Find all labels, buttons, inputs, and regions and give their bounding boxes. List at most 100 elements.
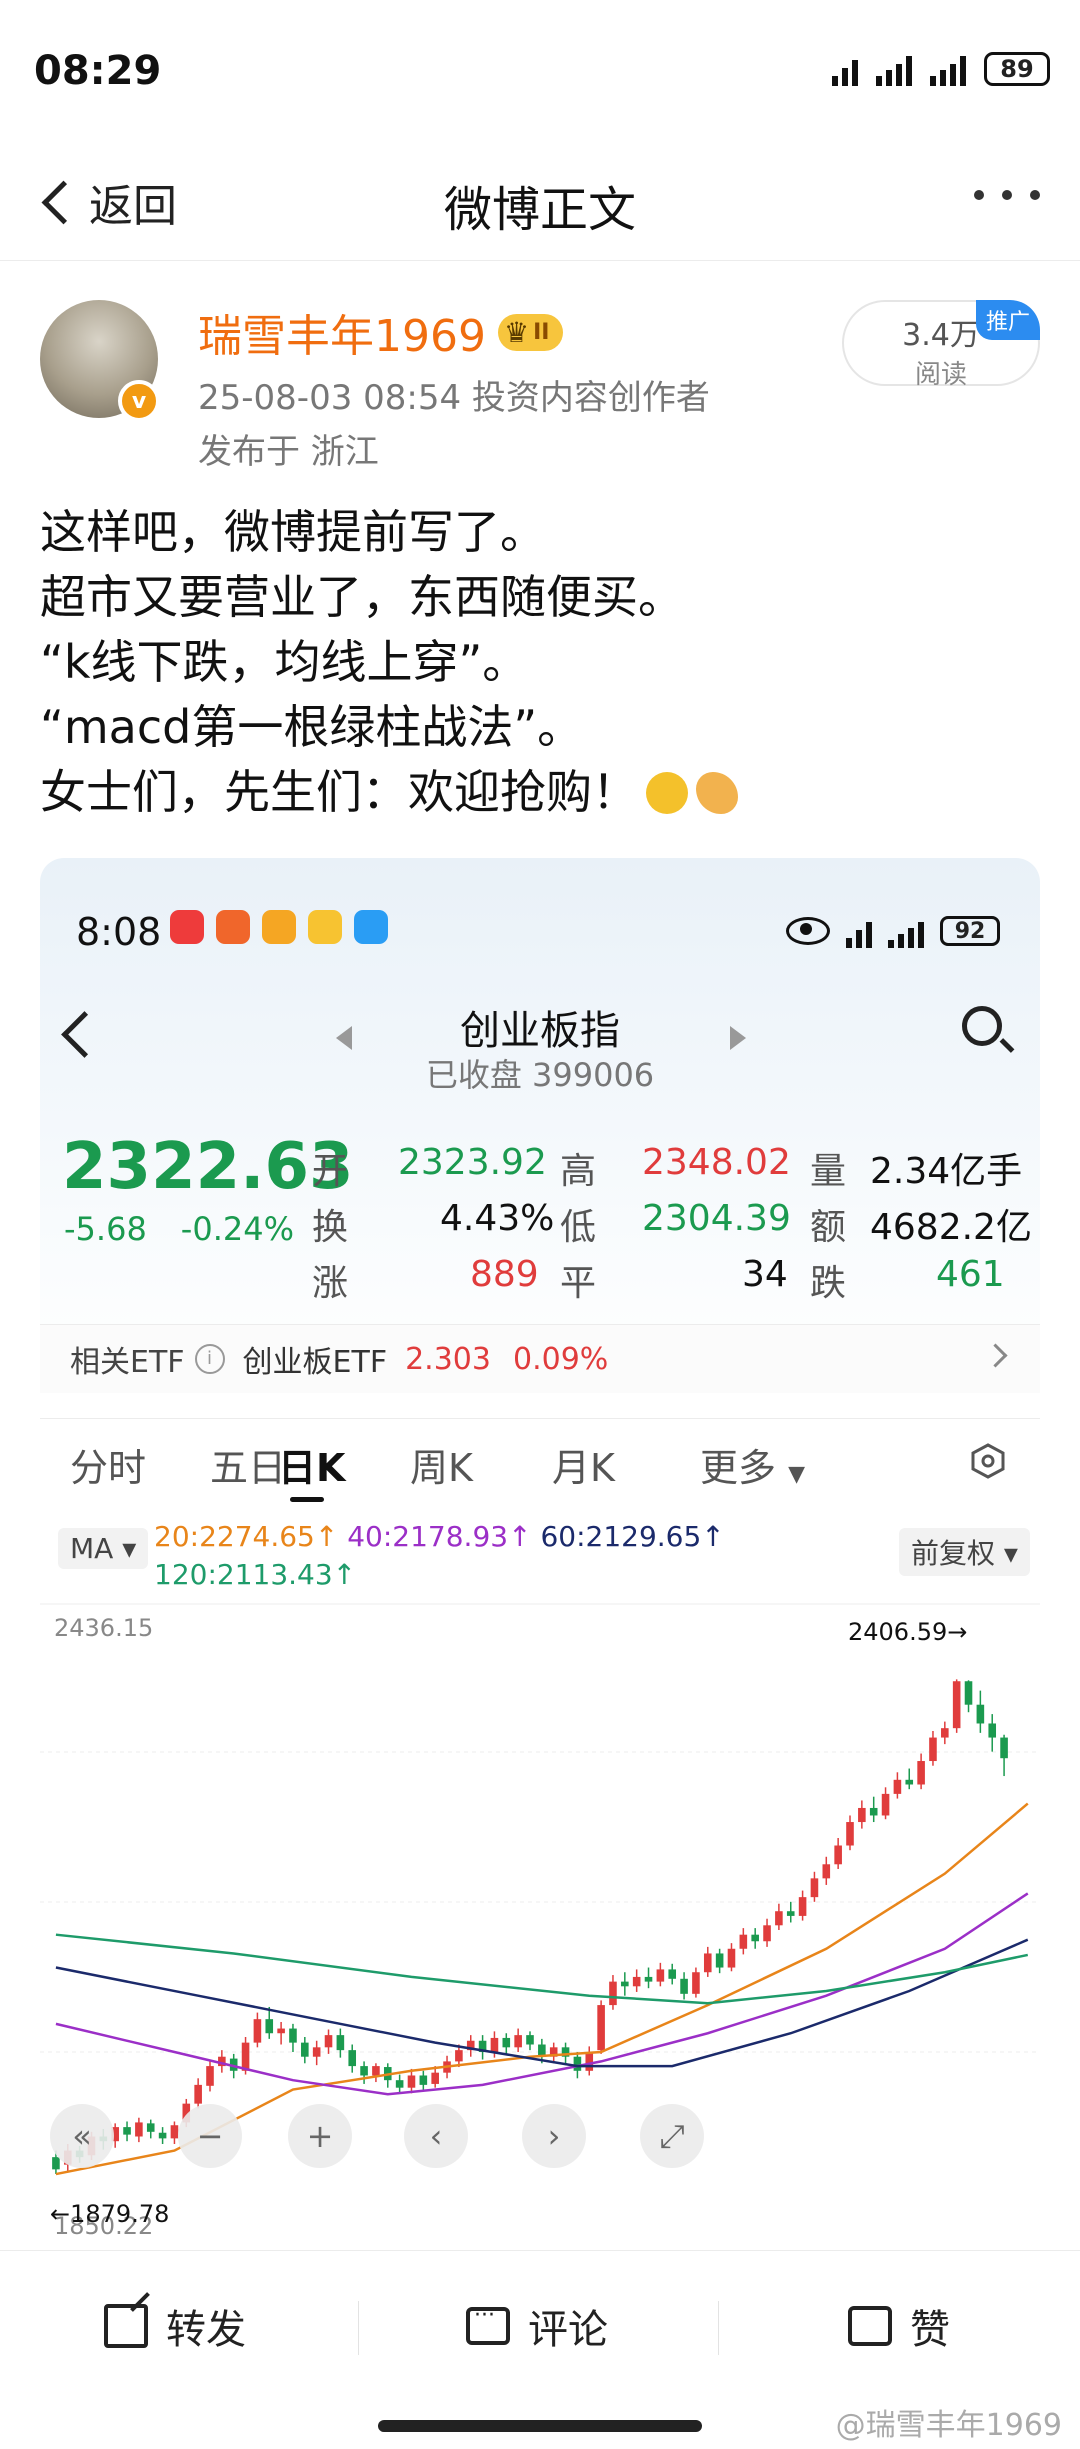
candle (135, 2122, 143, 2137)
post-body: 这样吧，微博提前写了。 超市又要营业了，东西随便买。 “k线下跌，均线上穿”。 … (40, 500, 1040, 825)
scroll-left-button[interactable]: ‹ (404, 2104, 468, 2168)
post-line: “macd第一根绿柱战法”。 (40, 700, 584, 754)
app-icon (170, 910, 204, 944)
like-button[interactable]: 赞 (848, 2297, 950, 2355)
ma60-label: 60:2129.65↑ (540, 1520, 725, 1553)
etf-label: 相关ETF (70, 1345, 185, 1380)
divider (358, 2301, 359, 2355)
candle (573, 2056, 582, 2071)
status-icons: 89 (832, 52, 1050, 86)
candle (585, 2052, 594, 2071)
thumbs-up-icon (848, 2306, 892, 2346)
candle (514, 2035, 522, 2048)
open-label: 开 (312, 1151, 349, 1192)
action-bar: 转发 评论 赞 (0, 2250, 1080, 2391)
fullscreen-button[interactable]: ⤢ (640, 2104, 704, 2168)
amount-label: 额 (810, 1207, 847, 1248)
comment-button[interactable]: 评论 (466, 2297, 608, 2355)
ok-hand-emoji-icon (696, 772, 738, 814)
post-line: 女士们，先生们：欢迎抢购！ (40, 765, 638, 819)
status-time: 08:29 (34, 48, 162, 94)
more-button[interactable] (974, 190, 1040, 200)
chevron-right-icon (983, 1343, 1008, 1368)
app-icon (262, 910, 296, 944)
change-value: -5.68 (64, 1210, 147, 1248)
zoom-in-button[interactable]: + (288, 2104, 352, 2168)
signal-icon-2 (930, 52, 966, 86)
repost-button[interactable]: 转发 (104, 2297, 246, 2355)
up-label: 涨 (312, 1263, 349, 1304)
tab-monthly-k[interactable]: 月K (552, 1437, 615, 1492)
tab-more[interactable]: 更多 ▼ (700, 1437, 805, 1492)
candle (395, 2080, 404, 2088)
candle (1000, 1737, 1008, 1759)
candle (336, 2035, 345, 2051)
comment-icon (466, 2303, 510, 2345)
candle (455, 2050, 463, 2062)
status-bar: 08:29 89 (0, 0, 1080, 150)
post-line: “k线下跌，均线上穿”。 (40, 635, 529, 689)
next-index-arrow-icon[interactable] (730, 1026, 746, 1050)
candle (52, 2157, 60, 2170)
search-icon[interactable] (962, 1006, 1002, 1046)
candle (869, 1807, 878, 1816)
tab-intraday[interactable]: 分时 (70, 1437, 146, 1492)
verified-badge-icon: v (118, 380, 160, 422)
candle (644, 1976, 653, 1982)
open-value: 2323.92 (398, 1142, 547, 1183)
vip-crown-icon[interactable]: ♛ II (497, 313, 564, 351)
post-meta: 25-08-03 08:54 投资内容创作者 (198, 378, 710, 418)
ma-selector-button[interactable]: MA ▾ (58, 1528, 149, 1569)
chart-tabs: 分时 五日 日K 周K 月K 更多 ▼ (40, 1418, 1040, 1509)
author-name[interactable]: 瑞雪丰年1969 ♛ II (198, 300, 564, 364)
battery-icon: 89 (984, 52, 1050, 86)
candle (206, 2066, 214, 2086)
related-etf-row[interactable]: 相关ETF i 创业板ETF 2.303 0.09% (40, 1324, 1040, 1393)
reads-badge[interactable]: 3.4万 阅读 推广 (842, 300, 1040, 390)
candle (893, 1779, 902, 1794)
zoom-out-button[interactable]: − (178, 2104, 242, 2168)
candle (715, 1953, 724, 1968)
candle (123, 2127, 131, 2135)
tab-weekly-k[interactable]: 周K (410, 1437, 473, 1492)
ma-legend: MA ▾ 20:2274.65↑ 40:2178.93↑ 60:2129.65↑… (40, 1514, 1040, 1604)
back-button[interactable]: 返回 (36, 170, 177, 234)
ma-btn-label: MA (70, 1532, 114, 1565)
candle (929, 1737, 937, 1762)
ma-line-2: 120:2113.43↑ (154, 1558, 356, 1591)
max-value: 2406.59 (848, 1618, 947, 1646)
candle (751, 1934, 759, 1942)
turnover-value: 4.43% (440, 1198, 555, 1239)
settings-hex-icon[interactable] (970, 1443, 1006, 1479)
tab-five-day[interactable]: 五日 (210, 1437, 286, 1492)
candle (703, 1953, 712, 1973)
down-label: 跌 (810, 1263, 847, 1304)
candle (253, 2019, 262, 2043)
back-label: 返回 (89, 181, 177, 232)
candle (964, 1681, 973, 1705)
adjust-button[interactable]: 前复权 ▾ (899, 1528, 1030, 1576)
inner-status-icons: 92 (786, 914, 1000, 948)
post-location: 发布于 浙江 (198, 432, 379, 472)
scroll-right-button[interactable]: › (522, 2104, 586, 2168)
tab-daily-k[interactable]: 日K (278, 1437, 345, 1492)
embedded-screenshot[interactable]: 8:08 92 创业板指 已收盘 399006 2322.63 -5.68 -0… (40, 858, 1040, 2250)
high-value: 2348.02 (642, 1142, 791, 1183)
candle (312, 2047, 321, 2057)
candle (822, 1864, 831, 1879)
notification-icons (170, 910, 388, 944)
active-tab-indicator (290, 1497, 324, 1502)
candle (609, 1981, 617, 2006)
candle (775, 1911, 783, 1926)
author-name-text: 瑞雪丰年1969 (198, 311, 486, 362)
info-icon[interactable]: i (194, 1344, 225, 1374)
ma-line-1: 20:2274.65↑ 40:2178.93↑ 60:2129.65↑ (154, 1520, 725, 1553)
zoom-out-far-button[interactable]: « (50, 2104, 114, 2168)
adjust-label: 前复权 (911, 1537, 996, 1570)
candle (905, 1779, 914, 1785)
candle (881, 1793, 890, 1816)
low-value: 2304.39 (642, 1198, 791, 1239)
candle (846, 1822, 854, 1846)
candle (419, 2075, 428, 2085)
candle (680, 1978, 688, 1994)
